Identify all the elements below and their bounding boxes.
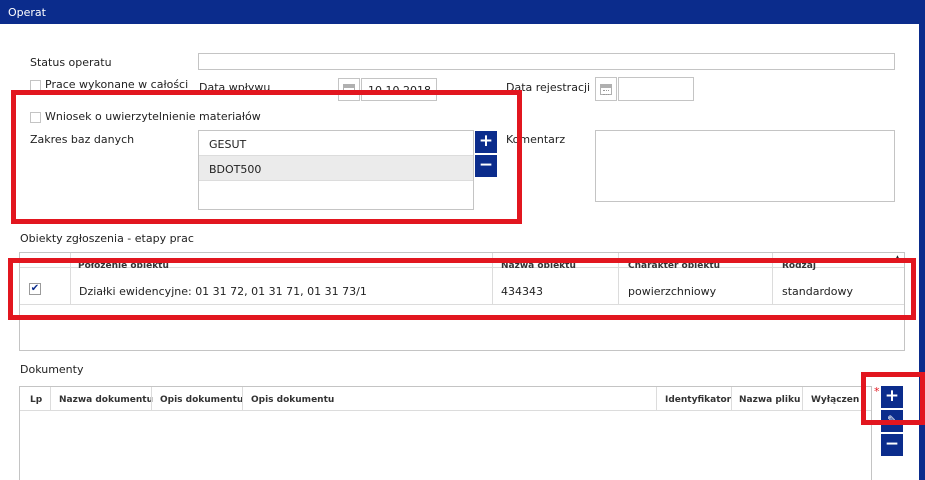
data-rejestracji-calendar-button[interactable] <box>595 77 617 101</box>
column-header[interactable]: Nazwa dokumentu <box>59 395 153 405</box>
highlight-add-document <box>861 372 925 425</box>
window-title: Operat <box>8 6 46 19</box>
komentarz-textarea[interactable] <box>595 130 895 202</box>
highlight-obiekty <box>8 258 916 320</box>
dokumenty-remove-button[interactable]: − <box>881 434 903 456</box>
status-label: Status operatu <box>30 56 112 69</box>
column-header[interactable]: Lp <box>30 395 42 405</box>
column-header[interactable]: Nazwa pliku <box>739 395 800 405</box>
column-header[interactable]: Opis dokumentu <box>160 395 243 405</box>
obiekty-section-title: Obiekty zgłoszenia - etapy prac <box>20 232 194 245</box>
dokumenty-table-header: Lp Nazwa dokumentu Opis dokumentu Opis d… <box>20 387 871 411</box>
dokumenty-table: Lp Nazwa dokumentu Opis dokumentu Opis d… <box>19 386 872 480</box>
column-header[interactable]: Opis dokumentu <box>251 395 334 405</box>
dokumenty-section-title: Dokumenty <box>20 363 84 376</box>
column-header[interactable]: Identyfikator <box>665 395 731 405</box>
data-rejestracji-input[interactable] <box>618 77 694 101</box>
status-input[interactable] <box>198 53 895 70</box>
column-header[interactable]: Wyłączen <box>811 395 859 405</box>
window-title-bar: Operat <box>0 0 925 24</box>
highlight-zakres <box>11 90 522 224</box>
minus-icon: − <box>884 434 900 454</box>
calendar-icon <box>600 84 612 95</box>
